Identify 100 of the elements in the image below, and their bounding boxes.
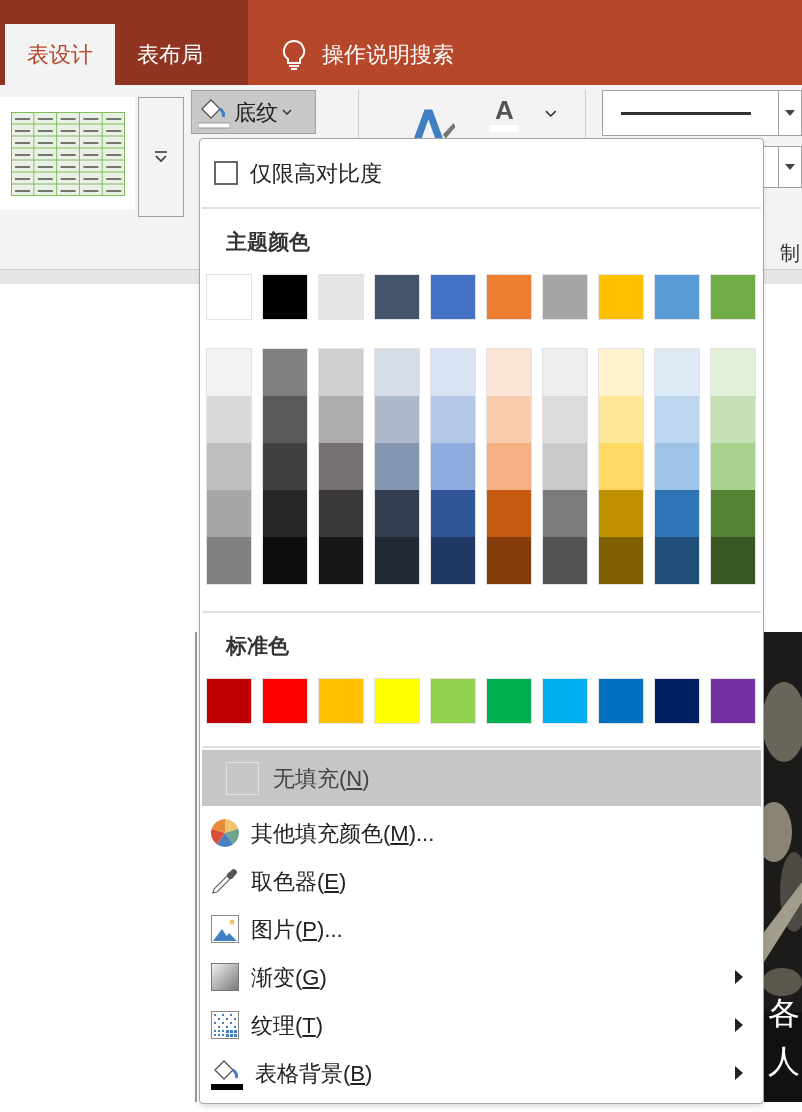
color-swatch[interactable] <box>486 274 532 320</box>
color-swatch[interactable] <box>207 443 251 490</box>
color-swatch[interactable] <box>207 537 251 584</box>
color-swatch[interactable] <box>655 443 699 490</box>
color-swatch[interactable] <box>375 537 419 584</box>
color-swatch[interactable] <box>262 274 308 320</box>
color-swatch[interactable] <box>263 349 307 396</box>
menu-item[interactable]: 纹理(T) <box>202 1001 761 1049</box>
color-swatch[interactable] <box>430 274 476 320</box>
color-swatch[interactable] <box>655 396 699 443</box>
color-swatch[interactable] <box>543 490 587 537</box>
empty-swatch-icon <box>226 761 259 795</box>
table-style-gallery[interactable] <box>0 97 136 210</box>
color-swatch[interactable] <box>207 349 251 396</box>
color-swatch[interactable] <box>374 274 420 320</box>
color-swatch[interactable] <box>599 349 643 396</box>
ribbon-tab[interactable]: 表设计 <box>5 24 115 85</box>
color-swatch[interactable] <box>542 678 588 724</box>
color-swatch[interactable] <box>318 274 364 320</box>
color-swatch[interactable] <box>263 490 307 537</box>
shading-button[interactable]: 底纹 <box>190 90 316 134</box>
color-swatch[interactable] <box>711 537 755 584</box>
font-color-glyph: A <box>495 97 514 123</box>
menu-item[interactable]: 图片(P)... <box>202 905 761 953</box>
color-swatch[interactable] <box>711 443 755 490</box>
expand-icon <box>154 151 169 163</box>
slide-text: 各 <box>768 994 800 1033</box>
color-swatch[interactable] <box>263 396 307 443</box>
gradient-square-icon <box>211 963 239 991</box>
color-swatch[interactable] <box>599 490 643 537</box>
tell-me-search[interactable]: 操作说明搜索 <box>322 38 454 71</box>
color-swatch[interactable] <box>318 678 364 724</box>
gallery-more-button[interactable] <box>138 97 184 217</box>
color-swatch[interactable] <box>431 537 475 584</box>
color-swatch[interactable] <box>430 678 476 724</box>
color-swatch[interactable] <box>543 537 587 584</box>
color-swatch[interactable] <box>598 274 644 320</box>
color-swatch[interactable] <box>487 349 531 396</box>
color-swatch[interactable] <box>486 678 532 724</box>
color-swatch[interactable] <box>207 396 251 443</box>
color-swatch[interactable] <box>711 396 755 443</box>
color-swatch[interactable] <box>487 490 531 537</box>
color-swatch[interactable] <box>542 274 588 320</box>
eyedropper-icon <box>211 867 239 895</box>
color-swatch[interactable] <box>207 490 251 537</box>
line-style-dropdown[interactable] <box>602 90 802 136</box>
menu-item[interactable]: 取色器(E) <box>202 857 761 905</box>
color-swatch[interactable] <box>374 678 420 724</box>
color-swatch[interactable] <box>654 678 700 724</box>
color-swatch[interactable] <box>319 490 363 537</box>
lightbulb-icon <box>282 38 306 71</box>
menu-item-label: 纹理(T) <box>251 1011 324 1040</box>
color-swatch[interactable] <box>543 349 587 396</box>
color-swatch[interactable] <box>487 396 531 443</box>
color-swatch[interactable] <box>206 274 252 320</box>
color-swatch[interactable] <box>710 274 756 320</box>
color-swatch[interactable] <box>487 443 531 490</box>
table-style-icon <box>10 111 125 196</box>
color-swatch[interactable] <box>710 678 756 724</box>
color-swatch[interactable] <box>319 349 363 396</box>
color-swatch[interactable] <box>431 396 475 443</box>
menu-item-label: 取色器(E) <box>251 867 347 896</box>
color-swatch[interactable] <box>599 537 643 584</box>
color-swatch[interactable] <box>263 537 307 584</box>
color-swatch[interactable] <box>655 349 699 396</box>
menu-item[interactable]: 渐变(G) <box>202 953 761 1001</box>
color-swatch[interactable] <box>431 349 475 396</box>
color-swatch[interactable] <box>543 396 587 443</box>
color-swatch[interactable] <box>599 396 643 443</box>
color-swatch[interactable] <box>487 537 531 584</box>
color-swatch[interactable] <box>654 274 700 320</box>
color-swatch[interactable] <box>711 490 755 537</box>
menu-item[interactable]: 表格背景(B) <box>202 1049 761 1097</box>
color-swatch[interactable] <box>543 443 587 490</box>
section-heading: 主题颜色 <box>226 228 310 255</box>
color-swatch[interactable] <box>599 443 643 490</box>
color-swatch[interactable] <box>319 396 363 443</box>
color-swatch[interactable] <box>319 443 363 490</box>
color-swatch[interactable] <box>375 490 419 537</box>
color-swatch[interactable] <box>375 349 419 396</box>
picture-icon <box>211 915 239 943</box>
color-swatch[interactable] <box>655 537 699 584</box>
menu-item[interactable]: 其他填充颜色(M)... <box>202 809 761 857</box>
color-swatch[interactable] <box>375 396 419 443</box>
menu-item[interactable]: 无填充(N) <box>202 750 761 806</box>
color-swatch[interactable] <box>263 443 307 490</box>
color-swatch[interactable] <box>319 537 363 584</box>
slide-text: 人 <box>768 1042 800 1081</box>
color-swatch[interactable] <box>655 490 699 537</box>
menu-item-label: 图片(P)... <box>251 915 343 944</box>
color-swatch[interactable] <box>262 678 308 724</box>
checkbox[interactable] <box>214 161 238 185</box>
color-swatch[interactable] <box>598 678 644 724</box>
ribbon-tab[interactable]: 表布局 <box>115 24 225 85</box>
color-swatch[interactable] <box>431 490 475 537</box>
color-swatch[interactable] <box>711 349 755 396</box>
color-swatch[interactable] <box>431 443 475 490</box>
color-swatch[interactable] <box>206 678 252 724</box>
chevron-down-icon[interactable] <box>545 110 558 118</box>
color-swatch[interactable] <box>375 443 419 490</box>
